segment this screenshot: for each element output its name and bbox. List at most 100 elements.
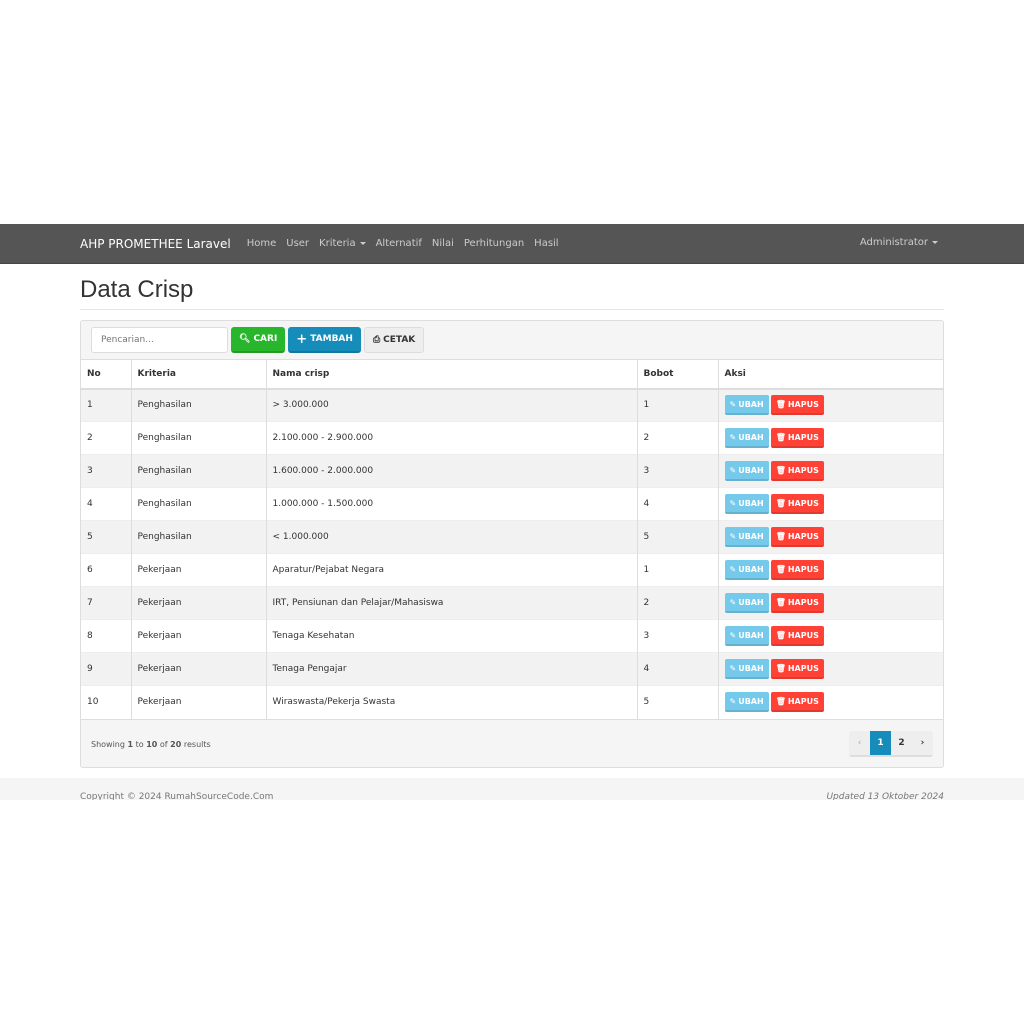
edit-button[interactable]: ✎ UBAH [724, 626, 769, 646]
cell-aksi: ✎ UBAH 🗑︎ HAPUS [718, 586, 943, 620]
nav-hasil[interactable]: Hasil [534, 238, 558, 249]
trash-icon: 🗑︎ [775, 432, 786, 442]
delete-button[interactable]: 🗑︎ HAPUS [770, 494, 824, 514]
table-row: 3 Penghasilan 1.600.000 - 2.000.000 3 ✎ UBAH 🗑… [81, 454, 943, 488]
edit-icon: ✎ [729, 531, 737, 541]
page-1-button[interactable]: 1 [870, 731, 891, 755]
caret-down-icon [359, 241, 366, 245]
results-summary: Showing 1 to 10 of 20 results [91, 739, 211, 749]
delete-label: HAPUS [787, 399, 819, 409]
edit-label: UBAH [738, 498, 764, 508]
edit-button[interactable]: ✎ UBAH [724, 461, 769, 481]
edit-icon: ✎ [729, 498, 737, 508]
table-footer: Showing 1 to 10 of 20 results ‹ 1 2 › [81, 718, 943, 768]
nav-nilai[interactable]: Nilai [432, 238, 454, 249]
plus-icon: + [296, 331, 308, 347]
cell-kriteria: Penghasilan [131, 487, 267, 521]
cell-nama-crisp: IRT, Pensiunan dan Pelajar/Mahasiswa [266, 586, 638, 620]
edit-button[interactable]: ✎ UBAH [724, 395, 769, 416]
delete-button[interactable]: 🗑︎ HAPUS [770, 527, 824, 547]
table-row: 5 Penghasilan < 1.000.000 5 ✎ UBAH 🗑︎ HAPUS [81, 520, 943, 554]
cell-kriteria: Pekerjaan [131, 553, 267, 587]
data-panel: 🔍︎CARI +TAMBAH ⎙CETAK No Kriteria Nama c… [80, 320, 944, 768]
table-row: 6 Pekerjaan Aparatur/Pejabat Negara 1 ✎ UBAH 🗑… [81, 553, 943, 587]
edit-button[interactable]: ✎ UBAH [724, 494, 769, 514]
delete-button[interactable]: 🗑︎ HAPUS [770, 560, 824, 580]
nav-perhitungan[interactable]: Perhitungan [464, 238, 524, 249]
trash-icon: 🗑︎ [775, 696, 786, 706]
trash-icon: 🗑︎ [775, 597, 786, 607]
add-button[interactable]: + TAMBAH [288, 327, 361, 353]
delete-button[interactable]: 🗑︎ HAPUS [770, 395, 824, 416]
cell-nama-crisp: < 1.000.000 [266, 520, 638, 554]
table-row: 7 Pekerjaan IRT, Pensiunan dan Pelajar/Mah… [81, 586, 943, 620]
trash-icon: 🗑︎ [775, 663, 786, 673]
edit-button[interactable]: ✎ UBAH [724, 527, 769, 547]
cell-bobot: 5 [637, 685, 719, 719]
print-button-label: CETAK [383, 335, 416, 345]
table-row: 4 Penghasilan 1.000.000 - 1.500.000 4 ✎ UBAH 🗑… [81, 487, 943, 521]
user-menu-label: Administrator [859, 237, 928, 248]
add-button-label: TAMBAH [310, 334, 353, 344]
page-footer: Copyright © 2024 RumahSourceCode.Com Upd… [0, 778, 1024, 800]
table-row: 9 Pekerjaan Tenaga Pengajar 4 ✎ UBAH 🗑︎ HAPUS [81, 652, 943, 686]
edit-button[interactable]: ✎ UBAH [724, 692, 769, 713]
nav-alternatif[interactable]: Alternatif [376, 238, 422, 249]
delete-button[interactable]: 🗑︎ HAPUS [770, 626, 824, 646]
cell-no: 10 [81, 685, 132, 719]
edit-button[interactable]: ✎ UBAH [724, 593, 769, 613]
search-input[interactable] [91, 327, 228, 353]
edit-icon: ✎ [729, 630, 737, 640]
edit-label: UBAH [738, 696, 764, 706]
edit-button[interactable]: ✎ UBAH [724, 560, 769, 580]
edit-icon: ✎ [729, 696, 737, 706]
edit-label: UBAH [738, 597, 764, 607]
toolbar: 🔍︎CARI +TAMBAH ⎙CETAK [81, 321, 943, 359]
cell-nama-crisp: Tenaga Kesehatan [266, 619, 638, 653]
delete-button[interactable]: 🗑︎ HAPUS [770, 659, 824, 679]
cell-aksi: ✎ UBAH 🗑︎ HAPUS [718, 520, 943, 554]
edit-icon: ✎ [729, 465, 737, 475]
delete-label: HAPUS [787, 630, 819, 640]
cell-kriteria: Penghasilan [131, 388, 267, 422]
page-2-button[interactable]: 2 [891, 731, 912, 755]
cell-bobot: 4 [637, 652, 719, 686]
cell-aksi: ✎ UBAH 🗑︎ HAPUS [718, 652, 943, 686]
delete-button[interactable]: 🗑︎ HAPUS [770, 461, 824, 481]
edit-icon: ✎ [729, 597, 737, 607]
delete-button[interactable]: 🗑︎ HAPUS [770, 692, 824, 713]
next-page-button[interactable]: › [912, 731, 933, 755]
cell-nama-crisp: Wiraswasta/Pekerja Swasta [266, 685, 638, 719]
cell-bobot: 2 [637, 421, 719, 455]
cell-no: 5 [81, 520, 132, 554]
edit-button[interactable]: ✎ UBAH [724, 428, 769, 448]
prev-page-button[interactable]: ‹ [849, 731, 870, 755]
cell-aksi: ✎ UBAH 🗑︎ HAPUS [718, 487, 943, 521]
cell-nama-crisp: Aparatur/Pejabat Negara [266, 553, 638, 587]
cell-kriteria: Penghasilan [131, 520, 267, 554]
nav-home[interactable]: Home [247, 238, 277, 249]
cell-nama-crisp: 1.600.000 - 2.000.000 [266, 454, 638, 488]
trash-icon: 🗑︎ [775, 630, 786, 640]
cell-no: 8 [81, 619, 132, 653]
edit-button[interactable]: ✎ UBAH [724, 659, 769, 679]
print-button[interactable]: ⎙ CETAK [363, 327, 425, 353]
delete-button[interactable]: 🗑︎ HAPUS [770, 593, 824, 613]
caret-down-icon [932, 240, 938, 244]
nav-kriteria-label: Kriteria [319, 238, 356, 249]
brand-link[interactable]: AHP PROMETHEE Laravel [80, 237, 231, 251]
delete-button[interactable]: 🗑︎ HAPUS [770, 428, 824, 448]
cell-kriteria: Pekerjaan [131, 652, 267, 686]
nav-kriteria[interactable]: Kriteria [319, 238, 366, 249]
cell-aksi: ✎ UBAH 🗑︎ HAPUS [718, 685, 943, 719]
delete-label: HAPUS [787, 663, 819, 673]
cell-no: 3 [81, 454, 132, 488]
search-button[interactable]: 🔍︎ CARI [231, 327, 286, 353]
cell-bobot: 3 [637, 619, 719, 653]
user-menu[interactable]: Administrator [860, 237, 938, 248]
updated-date: Updated 13 Oktober 2024 [826, 792, 944, 800]
trash-icon: 🗑︎ [775, 531, 786, 541]
cell-nama-crisp: 1.000.000 - 1.500.000 [266, 487, 638, 521]
trash-icon: 🗑︎ [775, 465, 786, 475]
nav-user[interactable]: User [286, 238, 309, 249]
